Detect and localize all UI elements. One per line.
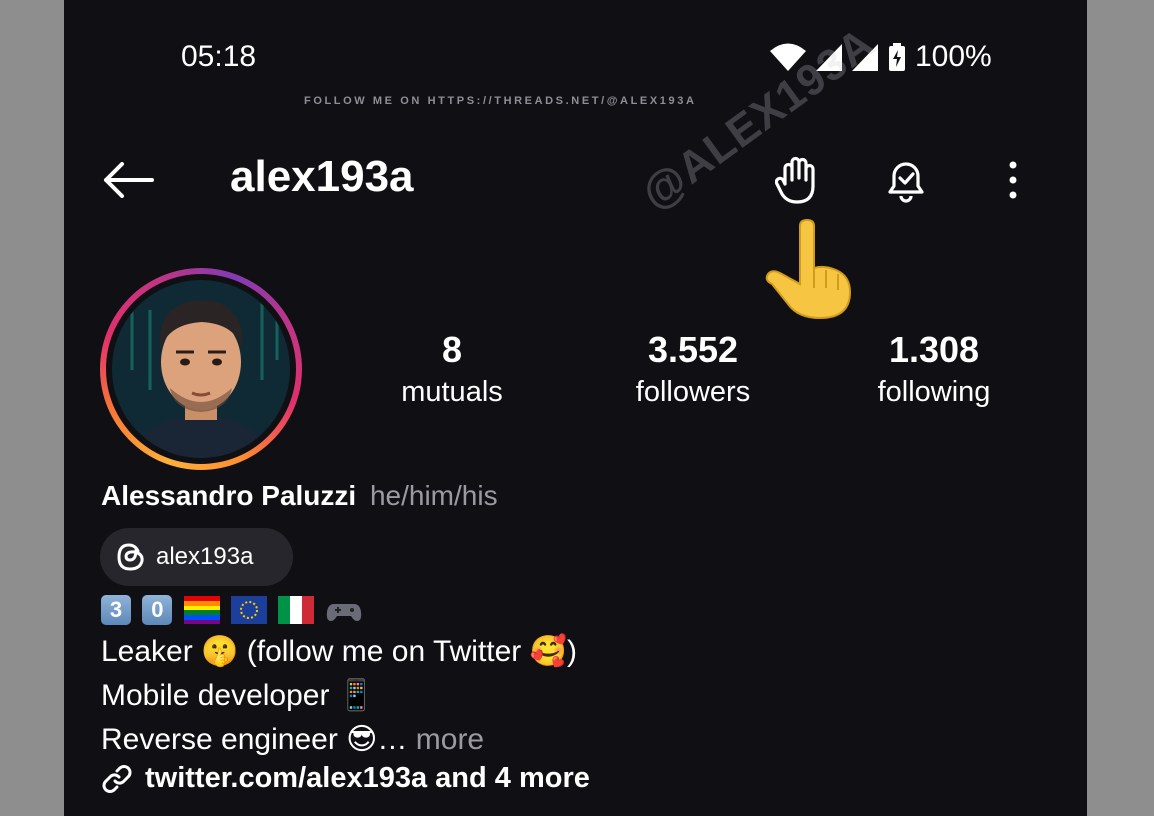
battery-percent: 100%: [915, 40, 992, 73]
pointing-hand-emoji: [764, 218, 860, 327]
threads-handle: alex193a: [156, 543, 254, 570]
bio-more-link[interactable]: more: [416, 723, 484, 756]
bell-check-icon: [888, 162, 924, 203]
stat-following-value: 1.308: [888, 329, 980, 370]
italy-flag-icon: [278, 596, 315, 625]
notifications-button[interactable]: [874, 152, 938, 208]
keycap-3-icon: 3: [101, 595, 131, 626]
bio-emoji-row: 3 0: [101, 592, 365, 626]
link-icon: [102, 764, 132, 793]
stat-followers[interactable]: 3.552 followers: [593, 330, 793, 412]
stat-following[interactable]: 1.308 following: [834, 330, 1034, 412]
phone-screen: 05:18 100% FOLLOW ME ON HTTPS://THREADS.…: [64, 0, 1087, 816]
watermark-diagonal: @ALEX193A: [632, 18, 884, 220]
rainbow-flag-icon: [183, 596, 220, 625]
avatar: [112, 280, 290, 458]
more-options-button[interactable]: [989, 152, 1037, 208]
gamepad-icon: [326, 604, 361, 622]
profile-avatar[interactable]: [100, 268, 302, 470]
profile-links[interactable]: twitter.com/alex193a and 4 more: [101, 762, 590, 795]
bio-line-3-text: Reverse engineer 😎…: [101, 723, 408, 756]
bio-line-1: Leaker 🤫 (follow me on Twitter 🥰): [101, 635, 577, 668]
profile-link-text[interactable]: twitter.com/alex193a and 4 more: [145, 762, 590, 795]
back-button[interactable]: [100, 158, 156, 202]
full-name: Alessandro Paluzzi: [101, 480, 357, 511]
pronouns: he/him/his: [369, 480, 498, 511]
threads-badge-button[interactable]: alex193a: [100, 528, 293, 586]
keycap-0-icon: 0: [142, 595, 173, 626]
stat-followers-label: followers: [635, 376, 751, 408]
status-time: 05:18: [181, 40, 257, 73]
stat-mutuals-label: mutuals: [401, 376, 503, 408]
bio-line-3: Reverse engineer 😎… more: [101, 722, 484, 757]
profile-username-title: alex193a: [230, 152, 414, 201]
stat-mutuals-value: 8: [441, 329, 463, 370]
stat-following-label: following: [877, 376, 991, 408]
wave-button[interactable]: [766, 150, 830, 210]
arrow-left-icon: [104, 162, 154, 198]
battery-charging-icon: [889, 43, 905, 71]
stat-followers-value: 3.552: [647, 329, 739, 370]
hand-wave-icon: [775, 156, 815, 204]
more-vertical-icon: [1009, 161, 1017, 199]
stat-mutuals[interactable]: 8 mutuals: [352, 330, 552, 412]
eu-flag-icon: [231, 596, 268, 625]
watermark-text: FOLLOW ME ON HTTPS://THREADS.NET/@ALEX19…: [304, 95, 697, 107]
bio-line-2: Mobile developer 📱: [101, 679, 376, 712]
profile-name-line: Alessandro Paluzzi he/him/his: [101, 480, 498, 512]
threads-logo-icon: [117, 543, 144, 571]
